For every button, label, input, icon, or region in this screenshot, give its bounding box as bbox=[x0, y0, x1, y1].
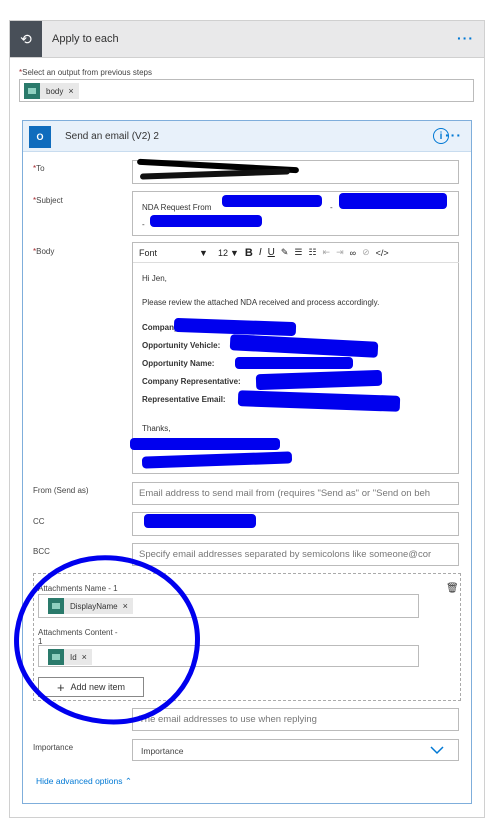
bcc-field[interactable]: Specify email addresses separated by sem… bbox=[132, 543, 459, 566]
unlink-icon[interactable]: ⊘ bbox=[362, 247, 370, 258]
italic-button[interactable]: I bbox=[259, 247, 262, 258]
subject-separator: - bbox=[330, 203, 333, 212]
redaction bbox=[144, 514, 256, 528]
body-label: *Body bbox=[33, 247, 55, 256]
bullet-list-icon[interactable]: ☰ bbox=[294, 247, 302, 258]
body-rep-email: Representative Email: bbox=[142, 395, 226, 404]
redaction bbox=[150, 215, 262, 227]
subject-label: *Subject bbox=[33, 196, 63, 205]
body-greeting: Hi Jen, bbox=[142, 274, 167, 283]
hide-advanced-options-link[interactable]: Hide advanced options ⌃ bbox=[36, 776, 132, 787]
indent-icon[interactable]: ⇥ bbox=[336, 247, 344, 258]
outlook-icon: O bbox=[29, 126, 51, 148]
token-icon bbox=[24, 83, 40, 99]
from-label: From (Send as) bbox=[33, 486, 89, 495]
card-header[interactable]: O Send an email (V2) 2 i ··· bbox=[23, 121, 471, 152]
body-token: body × bbox=[24, 83, 79, 99]
bold-button[interactable]: B bbox=[245, 247, 253, 259]
chevron-up-icon: ⌃ bbox=[124, 776, 132, 786]
subject-separator: - bbox=[142, 220, 145, 229]
loop-icon: ⟲ bbox=[10, 21, 42, 57]
link-icon[interactable]: ∞ bbox=[350, 248, 356, 258]
pen-icon[interactable]: ✎ bbox=[281, 247, 289, 258]
size-chevron-icon[interactable]: ▼ bbox=[230, 248, 239, 258]
importance-label: Importance bbox=[33, 743, 74, 752]
outdent-icon[interactable]: ⇤ bbox=[323, 247, 331, 258]
select-output-field[interactable]: body × bbox=[19, 79, 474, 102]
importance-select[interactable]: Importance bbox=[132, 739, 459, 761]
font-chevron-icon[interactable]: ▼ bbox=[199, 248, 208, 258]
loop-more-icon[interactable]: ··· bbox=[457, 30, 474, 46]
numbered-list-icon[interactable]: ☷ bbox=[308, 247, 316, 258]
redaction bbox=[130, 438, 280, 450]
cc-label: CC bbox=[33, 517, 45, 526]
subject-text: NDA Request From bbox=[142, 203, 212, 212]
chevron-down-icon bbox=[430, 746, 444, 755]
body-thanks: Thanks, bbox=[142, 424, 171, 433]
remove-token-icon[interactable]: × bbox=[68, 86, 73, 96]
apply-to-each-header[interactable]: ⟲ Apply to each ··· bbox=[9, 20, 485, 58]
delete-item-icon[interactable]: 🗑 bbox=[446, 583, 459, 594]
to-label: *To bbox=[33, 164, 45, 173]
body-line1: Please review the attached NDA received … bbox=[142, 298, 380, 307]
underline-button[interactable]: U bbox=[268, 247, 275, 258]
body-vehicle: Opportunity Vehicle: bbox=[142, 341, 221, 350]
select-output-label: *Select an output from previous steps bbox=[19, 68, 152, 77]
reply-to-field[interactable]: The email addresses to use when replying bbox=[132, 708, 459, 731]
card-more-icon[interactable]: ··· bbox=[445, 127, 462, 143]
redaction bbox=[339, 193, 447, 209]
body-opp-name: Opportunity Name: bbox=[142, 359, 215, 368]
code-view-icon[interactable]: </> bbox=[376, 248, 389, 258]
font-select[interactable]: Font bbox=[139, 248, 157, 258]
loop-title: Apply to each bbox=[52, 33, 119, 45]
editor-toolbar: Font ▼ 12 ▼ B I U ✎ ☰ ☷ ⇤ ⇥ ∞ ⊘ </> bbox=[133, 243, 459, 263]
body-rep: Company Representative: bbox=[142, 377, 241, 386]
redaction bbox=[235, 357, 353, 369]
from-field[interactable]: Email address to send mail from (require… bbox=[132, 482, 459, 505]
importance-value: Importance bbox=[141, 746, 184, 756]
bcc-label: BCC bbox=[33, 547, 50, 556]
card-title: Send an email (V2) 2 bbox=[65, 131, 159, 142]
size-select[interactable]: 12 bbox=[218, 248, 228, 258]
redaction bbox=[222, 195, 322, 207]
